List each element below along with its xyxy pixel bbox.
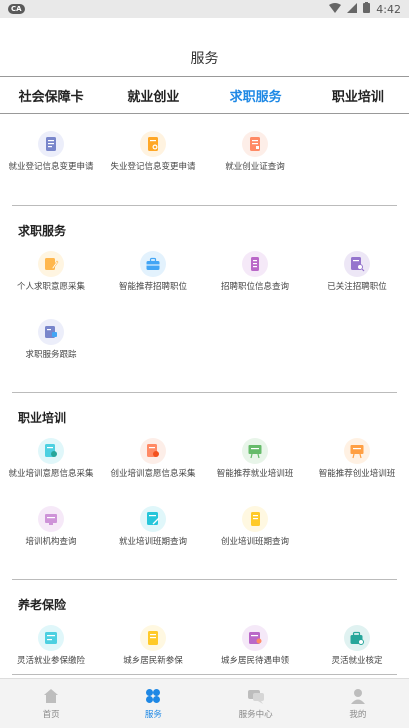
bottom-navigation: 首页 服务 服务中心 我的 [0,678,409,728]
benefit-claim-icon [242,625,268,651]
nav-service-center[interactable]: 服务中心 [205,679,307,728]
service-item-label: 就业创业证查询 [225,162,285,172]
service-item[interactable]: 智能推荐招聘职位 [102,251,204,293]
service-item[interactable]: 城乡居民新参保 [102,625,204,667]
document-edit-icon [38,131,64,157]
class-teal-icon [140,506,166,532]
notification-badge: CA [8,4,25,14]
service-content: 就业登记信息变更申请 失业登记信息变更申请 就业创业证查询 求职服务 个人求职意… [0,115,409,678]
nav-service-center-label: 服务中心 [238,710,273,720]
page-title: 服务 [190,51,219,67]
service-item-label: 灵活就业核定 [331,656,383,666]
section-divider [12,674,397,675]
nav-services[interactable]: 服务 [102,679,204,728]
service-item[interactable]: 就业登记信息变更申请 [0,131,102,173]
service-item-label: 培训机构查询 [25,537,77,547]
service-item[interactable]: 灵活就业参保缴险 [0,625,102,667]
section-divider [12,205,397,206]
verify-icon [344,625,370,651]
service-item[interactable]: 城乡居民待遇申领 [204,625,306,667]
bookmark-search-icon [344,251,370,277]
service-item[interactable]: 失业登记信息变更申请 [102,131,204,173]
service-item-label: 灵活就业参保缴险 [16,656,85,666]
service-item-label: 失业登记信息变更申请 [110,162,196,172]
section-divider [12,392,397,393]
service-item[interactable]: 就业培训意愿信息采集 [0,438,102,480]
service-item-label: 智能推荐创业培训班 [318,469,396,479]
document-orange-icon [140,131,166,157]
service-item[interactable]: 招聘职位信息查询 [204,251,306,293]
nav-home[interactable]: 首页 [0,679,102,728]
service-item[interactable]: 就业创业证查询 [204,131,306,173]
service-item-label: 创业培训意愿信息采集 [110,469,196,479]
home-icon [44,689,59,703]
clock-time: 4:42 [376,2,401,16]
chat-icon [247,690,264,704]
tab-job-services[interactable]: 求职服务 [205,77,307,113]
service-item[interactable]: 灵活就业核定 [306,625,408,667]
service-item[interactable]: 求职服务跟踪 [0,319,102,361]
status-bar: CA 4:42 [0,0,409,18]
service-item-label: 智能推荐就业培训班 [216,469,294,479]
service-item-label: 就业培训意愿信息采集 [8,469,94,479]
service-item[interactable]: 智能推荐就业培训班 [204,438,306,480]
tab-social-security-card[interactable]: 社会保障卡 [0,77,102,113]
service-item-label: 已关注招聘职位 [327,282,387,292]
nav-profile[interactable]: 我的 [307,679,409,728]
board-green-icon [242,438,268,464]
class-yellow-icon [242,506,268,532]
service-item[interactable]: 创业培训班期查询 [204,506,306,548]
service-item[interactable]: 创业培训意愿信息采集 [102,438,204,480]
person-icon [350,689,365,704]
board-orange-icon [344,438,370,464]
tab-vocational-training[interactable]: 职业培训 [307,77,409,113]
section-title-pension: 养老保险 [18,598,67,612]
services-icon [146,689,161,703]
document-search-icon [242,251,268,277]
entrepreneur-collect-icon [140,438,166,464]
service-item[interactable]: 已关注招聘职位 [306,251,408,293]
service-item-label: 就业培训班期查询 [118,537,187,547]
briefcase-icon [140,251,166,277]
nav-profile-label: 我的 [349,710,367,720]
service-item-label: 求职服务跟踪 [25,350,77,360]
service-item-label: 个人求职意愿采集 [16,282,85,292]
tab-employment-entrepreneurship[interactable]: 就业创业 [102,77,204,113]
service-item-label: 创业培训班期查询 [220,537,289,547]
nav-services-label: 服务 [144,710,162,720]
tracking-icon [38,319,64,345]
service-item[interactable]: 智能推荐创业培训班 [306,438,408,480]
section-title-job-services: 求职服务 [18,224,67,238]
service-item[interactable]: 培训机构查询 [0,506,102,548]
wifi-icon [329,2,342,16]
service-item-label: 城乡居民待遇申领 [220,656,289,666]
certificate-icon [242,131,268,157]
signal-icon [347,2,358,16]
insurance-card-icon [38,625,64,651]
section-divider [12,579,397,580]
nav-home-label: 首页 [42,710,60,720]
service-item-label: 智能推荐招聘职位 [118,282,187,292]
institution-icon [38,506,64,532]
service-item[interactable]: 就业培训班期查询 [102,506,204,548]
service-item-label: 城乡居民新参保 [123,656,183,666]
service-item-label: 就业登记信息变更申请 [8,162,94,172]
pencil-doc-icon [38,251,64,277]
category-tabs: 社会保障卡 就业创业 求职服务 职业培训 [0,76,409,114]
service-item[interactable]: 个人求职意愿采集 [0,251,102,293]
section-title-training: 职业培训 [18,411,67,425]
page-header: 服务 [0,18,409,74]
service-item-label: 招聘职位信息查询 [220,282,289,292]
battery-icon [363,2,371,16]
training-collect-icon [38,438,64,464]
resident-new-icon [140,625,166,651]
